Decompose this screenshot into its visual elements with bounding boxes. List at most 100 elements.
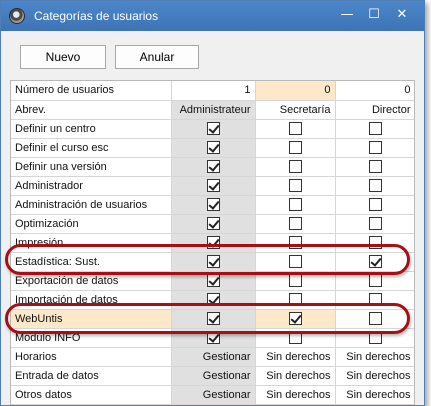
column-header[interactable]: Director [335, 100, 414, 120]
permission-row[interactable]: Optimización [11, 214, 414, 234]
permission-cell [255, 271, 336, 291]
categorias-window: Categorías de usuarios — ☐ ✕ Nuevo Anula… [0, 0, 425, 406]
row-label: Estadística: Sust. [11, 252, 172, 272]
window-title: Categorías de usuarios [34, 9, 159, 23]
unchecked-checkbox[interactable] [288, 160, 302, 173]
close-icon[interactable]: ✕ [393, 7, 411, 23]
row-label: Administración de usuarios [11, 195, 172, 215]
checked-checkbox[interactable] [206, 122, 220, 135]
checked-checkbox[interactable] [206, 331, 220, 344]
cancel-button[interactable]: Anular [115, 45, 199, 69]
permission-row[interactable]: Impresión [11, 233, 414, 253]
permission-cell [335, 195, 414, 215]
count-cell[interactable]: 1 [171, 81, 256, 101]
permission-cell [335, 271, 414, 291]
row-label: Módulo INFO [11, 328, 172, 348]
title-bar[interactable]: Categorías de usuarios — ☐ ✕ [1, 1, 424, 31]
permission-row[interactable]: Estadística: Sust. [11, 252, 414, 272]
rights-select[interactable]: Sin derechos [335, 385, 414, 405]
permission-cell [255, 290, 336, 310]
permission-cell [171, 176, 256, 196]
minimize-icon[interactable]: — [338, 7, 356, 23]
checked-checkbox[interactable] [206, 293, 220, 306]
rights-select[interactable]: Sin derechos [255, 347, 336, 367]
new-button[interactable]: Nuevo [20, 45, 106, 69]
permission-cell [171, 309, 256, 329]
checked-checkbox[interactable] [206, 217, 220, 230]
permission-row[interactable]: Exportación de datos [11, 271, 414, 291]
unchecked-checkbox[interactable] [288, 179, 302, 192]
rights-select[interactable]: Sin derechos [255, 385, 336, 405]
rights-select[interactable]: Gestionar [171, 366, 256, 386]
column-header[interactable]: Secretaría [255, 100, 336, 120]
permission-cell [335, 328, 414, 348]
rights-select[interactable]: Gestionar [171, 385, 256, 405]
unchecked-checkbox[interactable] [368, 198, 382, 211]
permission-row[interactable]: Módulo INFO [11, 328, 414, 348]
permission-row[interactable]: Administrador [11, 176, 414, 196]
rights-row[interactable]: Horarios Gestionar Sin derechos Sin derecho… [11, 347, 414, 367]
permission-row[interactable]: Importación de datos [11, 290, 414, 310]
permission-cell [255, 328, 336, 348]
permission-row[interactable]: Definir un centro [11, 119, 414, 139]
permission-row[interactable]: Definir una versión [11, 157, 414, 177]
rights-row[interactable]: Entrada de datos Gestionar Sin derechos Sin… [11, 366, 414, 386]
permission-row[interactable]: WebUntis [11, 309, 414, 329]
rights-select[interactable]: Sin derechos [335, 347, 414, 367]
row-label: Horarios [11, 347, 172, 367]
permission-cell [171, 271, 256, 291]
checked-checkbox[interactable] [206, 312, 220, 325]
row-label: Abrev. [11, 100, 172, 120]
unchecked-checkbox[interactable] [288, 255, 302, 268]
permission-cell [171, 214, 256, 234]
unchecked-checkbox[interactable] [288, 122, 302, 135]
count-cell[interactable]: 0 [335, 81, 414, 101]
rights-row[interactable]: Otros datos Gestionar Sin derechos Sin dere… [11, 385, 414, 405]
permission-cell [335, 176, 414, 196]
column-header[interactable]: Administrateur [171, 100, 256, 120]
permission-cell [335, 214, 414, 234]
checked-checkbox[interactable] [206, 160, 220, 173]
checked-checkbox[interactable] [368, 255, 382, 268]
unchecked-checkbox[interactable] [368, 160, 382, 173]
checked-checkbox[interactable] [206, 255, 220, 268]
permission-row[interactable]: Administración de usuarios [11, 195, 414, 215]
row-label: Definir una versión [11, 157, 172, 177]
unchecked-checkbox[interactable] [368, 122, 382, 135]
unchecked-checkbox[interactable] [368, 236, 382, 249]
permission-row[interactable]: Definir el curso esc [11, 138, 414, 158]
unchecked-checkbox[interactable] [368, 179, 382, 192]
permission-cell [335, 290, 414, 310]
checked-checkbox[interactable] [288, 312, 302, 325]
unchecked-checkbox[interactable] [368, 141, 382, 154]
rights-select[interactable]: Sin derechos [335, 366, 414, 386]
row-label: Entrada de datos [11, 366, 172, 386]
rights-select[interactable]: Sin derechos [255, 366, 336, 386]
count-cell[interactable]: 0 [255, 81, 336, 101]
maximize-icon[interactable]: ☐ [365, 7, 383, 23]
checked-checkbox[interactable] [206, 198, 220, 211]
unchecked-checkbox[interactable] [288, 274, 302, 287]
permission-cell [171, 119, 256, 139]
unchecked-checkbox[interactable] [368, 274, 382, 287]
checked-checkbox[interactable] [206, 274, 220, 287]
unchecked-checkbox[interactable] [288, 217, 302, 230]
checked-checkbox[interactable] [206, 141, 220, 154]
row-label: Definir el curso esc [11, 138, 172, 158]
unchecked-checkbox[interactable] [288, 198, 302, 211]
rights-select[interactable]: Gestionar [171, 347, 256, 367]
categories-grid[interactable]: Número de usuarios 1 0 0 Abrev. Administ… [10, 80, 415, 405]
permission-cell [255, 195, 336, 215]
checked-checkbox[interactable] [206, 236, 220, 249]
permission-cell [171, 290, 256, 310]
unchecked-checkbox[interactable] [368, 312, 382, 325]
checked-checkbox[interactable] [206, 179, 220, 192]
permission-cell [171, 138, 256, 158]
unchecked-checkbox[interactable] [368, 331, 382, 344]
unchecked-checkbox[interactable] [288, 236, 302, 249]
unchecked-checkbox[interactable] [368, 293, 382, 306]
unchecked-checkbox[interactable] [368, 217, 382, 230]
unchecked-checkbox[interactable] [288, 293, 302, 306]
unchecked-checkbox[interactable] [288, 331, 302, 344]
unchecked-checkbox[interactable] [288, 141, 302, 154]
